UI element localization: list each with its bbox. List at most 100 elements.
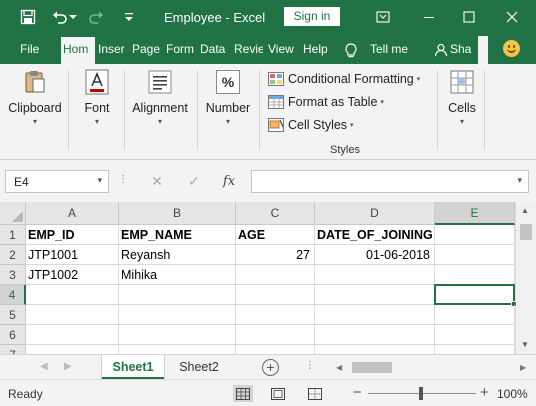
page-layout-view-icon[interactable] — [268, 385, 288, 402]
tab-file[interactable]: File — [20, 42, 39, 56]
cell-b4[interactable] — [119, 285, 236, 305]
alignment-group[interactable]: Alignment ▾ — [128, 68, 192, 126]
cancel-entry-button[interactable]: ✕ — [143, 170, 171, 193]
tab-home[interactable]: Hom — [61, 37, 95, 64]
sign-in-button[interactable]: Sign in — [284, 7, 340, 26]
cell-e4[interactable] — [434, 284, 515, 305]
select-all-button[interactable] — [0, 202, 26, 225]
tab-split-handle[interactable]: ⋮ — [305, 360, 316, 371]
row-header-6[interactable]: 6 — [0, 325, 26, 345]
vertical-scroll-thumb[interactable] — [520, 224, 532, 240]
zoom-slider-thumb[interactable] — [419, 387, 423, 400]
add-sheet-button[interactable]: + — [262, 359, 279, 376]
cell-b2[interactable]: Reyansh — [119, 245, 236, 265]
cell-b6[interactable] — [119, 325, 236, 345]
maximize-icon[interactable] — [458, 7, 480, 27]
cell-a1[interactable]: EMP_ID — [26, 225, 119, 245]
formula-bar-resize-handle[interactable]: ⋮ — [118, 174, 129, 185]
cell-e6[interactable] — [435, 325, 515, 345]
cell-e2[interactable] — [435, 245, 515, 265]
customize-qat-icon[interactable] — [119, 7, 139, 27]
cell-e1[interactable] — [435, 225, 515, 245]
tab-scroll-right[interactable] — [478, 36, 488, 64]
column-header-d[interactable]: D — [315, 202, 435, 225]
sheet-prev-icon[interactable]: ◀ — [40, 361, 48, 372]
font-group[interactable]: Font ▾ — [76, 68, 118, 126]
zoom-level[interactable]: 100% — [497, 387, 528, 401]
number-group[interactable]: % Number ▾ — [203, 68, 253, 126]
column-header-c[interactable]: C — [236, 202, 315, 225]
normal-view-icon[interactable] — [233, 385, 253, 402]
row-header-2[interactable]: 2 — [0, 245, 26, 265]
tab-data[interactable]: Data — [200, 42, 228, 56]
cell-c3[interactable] — [236, 265, 315, 285]
cell-a5[interactable] — [26, 305, 119, 325]
zoom-out-button[interactable]: − — [353, 384, 362, 401]
save-icon[interactable] — [18, 7, 38, 27]
zoom-in-button[interactable]: + — [480, 384, 489, 401]
cell-d5[interactable] — [315, 305, 435, 325]
share-icon[interactable] — [434, 40, 448, 60]
sheet-next-icon[interactable]: ▶ — [64, 361, 72, 372]
row-header-5[interactable]: 5 — [0, 305, 26, 325]
conditional-formatting-button[interactable]: Conditional Formatting ▾ — [268, 69, 420, 89]
scroll-right-icon[interactable]: ▶ — [520, 363, 526, 372]
undo-dropdown-icon[interactable] — [68, 7, 78, 27]
cell-styles-button[interactable]: Cell Styles ▾ — [268, 115, 354, 135]
share-button[interactable]: Sha — [450, 42, 476, 56]
cell-d3[interactable] — [315, 265, 435, 285]
cell-c6[interactable] — [236, 325, 315, 345]
cell-a6[interactable] — [26, 325, 119, 345]
enter-entry-button[interactable]: ✓ — [180, 170, 208, 193]
minimize-icon[interactable] — [418, 7, 440, 27]
cell-c1[interactable]: AGE — [236, 225, 315, 245]
cell-a2[interactable]: JTP1001 — [26, 245, 119, 265]
cell-e5[interactable] — [435, 305, 515, 325]
worksheet-grid[interactable]: ▲ ▼ A B C D E 1 EMP_ID EMP_NAME AGE DATE_OF_JOINI… — [0, 202, 536, 365]
undo-icon[interactable] — [50, 7, 70, 27]
cell-d1[interactable]: DATE_OF_JOINING — [315, 225, 435, 245]
sheet-tab-sheet2[interactable]: Sheet2 — [168, 355, 230, 380]
row-header-1[interactable]: 1 — [0, 225, 26, 245]
cell-d4[interactable] — [315, 285, 435, 305]
tab-page-layout[interactable]: Page — [132, 42, 160, 56]
close-icon[interactable] — [501, 7, 523, 27]
page-break-view-icon[interactable] — [305, 385, 325, 402]
tab-review[interactable]: Revie — [234, 42, 263, 56]
tab-view[interactable]: View — [268, 42, 294, 56]
restore-icon[interactable] — [372, 7, 394, 27]
name-box[interactable]: E4 ▾ — [5, 170, 109, 193]
cell-c2[interactable]: 27 — [236, 245, 315, 265]
cell-b1[interactable]: EMP_NAME — [119, 225, 236, 245]
scroll-up-icon[interactable]: ▲ — [521, 206, 529, 215]
horizontal-scroll-thumb[interactable] — [352, 362, 392, 373]
cell-b3[interactable]: Mihika — [119, 265, 236, 285]
tell-me-search[interactable]: Tell me — [370, 42, 408, 56]
cell-c5[interactable] — [236, 305, 315, 325]
tab-insert[interactable]: Inser — [98, 42, 127, 56]
tab-help[interactable]: Help — [303, 42, 328, 56]
lightbulb-icon[interactable] — [341, 41, 361, 61]
cells-group[interactable]: Cells ▾ — [444, 68, 480, 126]
cell-d2[interactable]: 01-06-2018 — [315, 245, 435, 265]
cell-a4[interactable] — [26, 285, 119, 305]
row-header-3[interactable]: 3 — [0, 265, 26, 285]
column-header-e[interactable]: E — [435, 202, 515, 225]
cell-b5[interactable] — [119, 305, 236, 325]
sheet-tab-sheet1[interactable]: Sheet1 — [102, 355, 164, 380]
column-header-a[interactable]: A — [26, 202, 119, 225]
redo-icon[interactable] — [86, 7, 106, 27]
formula-input[interactable]: ▾ — [251, 170, 529, 193]
scroll-down-icon[interactable]: ▼ — [521, 340, 529, 349]
smiley-feedback-icon[interactable] — [503, 40, 520, 57]
cell-e3[interactable] — [435, 265, 515, 285]
vertical-scrollbar[interactable]: ▲ ▼ — [515, 202, 536, 354]
cell-c4[interactable] — [236, 285, 315, 305]
tab-formulas[interactable]: Form — [166, 42, 194, 56]
column-header-b[interactable]: B — [119, 202, 236, 225]
scroll-left-icon[interactable]: ◀ — [336, 363, 342, 372]
cell-d6[interactable] — [315, 325, 435, 345]
row-header-4[interactable]: 4 — [0, 285, 26, 305]
insert-function-button[interactable]: fx — [215, 170, 243, 193]
format-as-table-button[interactable]: Format as Table ▾ — [268, 92, 384, 112]
